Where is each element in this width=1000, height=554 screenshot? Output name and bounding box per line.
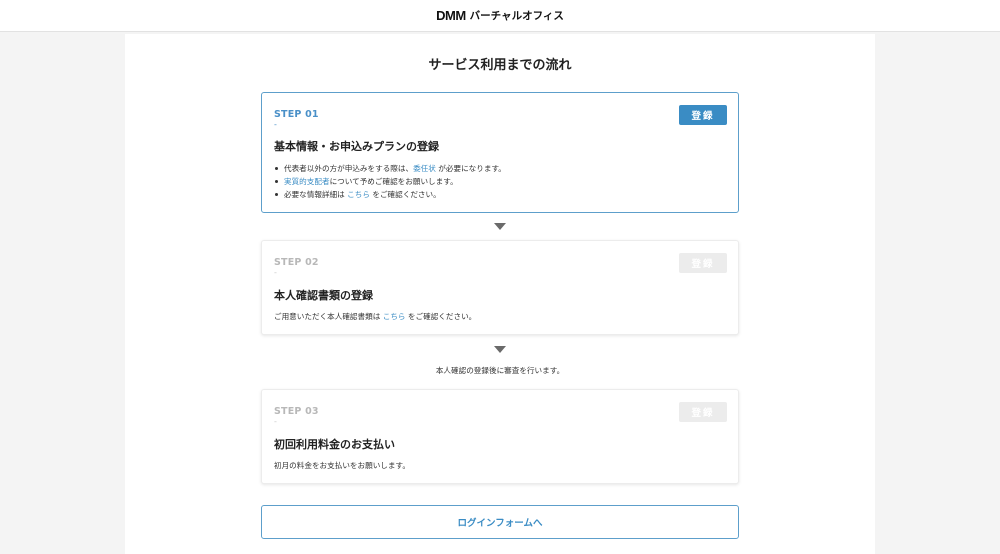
step-03-note: 初月の料金をお支払いをお願いします。: [274, 461, 410, 470]
details-link[interactable]: こちら: [347, 190, 370, 199]
logo-text: バーチャルオフィス: [469, 10, 564, 22]
down-arrow-icon: [494, 223, 506, 230]
note-text: ご用意いただく本人確認書類は: [274, 312, 383, 321]
logo-mark: DMM: [436, 8, 466, 23]
header-bar: DMM バーチャルオフィス: [0, 0, 1000, 32]
register-button-step-01[interactable]: 登録: [679, 105, 727, 125]
login-form-button[interactable]: ログインフォームへ: [261, 505, 739, 539]
step-title: 基本情報・お申込みプランの登録: [274, 140, 439, 153]
power-of-attorney-link[interactable]: 委任状: [413, 164, 436, 173]
step-title: 初回利用料金のお支払い: [274, 438, 395, 451]
register-button-step-02[interactable]: 登録: [679, 253, 727, 273]
step-02-note: ご用意いただく本人確認書類は こちら をご確認ください。: [274, 311, 476, 322]
note-text: が必要になります。: [435, 164, 506, 173]
list-item: 代表者以外の方が申込みをする際は、委任状 が必要になります。: [274, 162, 506, 175]
note-text: について予めご確認をお願いします。: [329, 177, 458, 186]
step-title: 本人確認書類の登録: [274, 289, 373, 302]
step-label: STEP 03: [274, 406, 319, 417]
note-text: をご確認ください。: [405, 312, 477, 321]
step-label: STEP 01: [274, 109, 319, 120]
beneficial-owner-link[interactable]: 実質的支配者: [284, 177, 330, 186]
dmm-logo[interactable]: DMM バーチャルオフィス: [436, 8, 564, 23]
step-card-03: STEP 03 - 登録 初回利用料金のお支払い 初月の料金をお支払いをお願いし…: [261, 389, 739, 484]
list-item: 実質的支配者について予めご確認をお願いします。: [274, 175, 506, 188]
note-text: をご確認ください。: [369, 190, 441, 199]
step-card-02: STEP 02 - 登録 本人確認書類の登録 ご用意いただく本人確認書類は こち…: [261, 240, 739, 335]
page-title: サービス利用までの流れ: [428, 58, 572, 73]
step-dash: -: [274, 417, 277, 426]
register-button-step-03[interactable]: 登録: [679, 402, 727, 422]
step-card-01: STEP 01 - 登録 基本情報・お申込みプランの登録 代表者以外の方が申込み…: [261, 92, 739, 213]
step-label: STEP 02: [274, 257, 319, 268]
step-dash: -: [274, 120, 277, 129]
id-documents-link[interactable]: こちら: [383, 312, 406, 321]
step-dash: -: [274, 268, 277, 277]
step-01-notes: 代表者以外の方が申込みをする際は、委任状 が必要になります。 実質的支配者につい…: [274, 162, 506, 201]
note-text: 必要な情報詳細は: [284, 190, 348, 199]
list-item: 必要な情報詳細は こちら をご確認ください。: [274, 188, 506, 201]
review-note: 本人確認の登録後に審査を行います。: [435, 366, 565, 375]
down-arrow-icon: [494, 346, 506, 353]
note-text: 代表者以外の方が申込みをする際は、: [284, 164, 414, 173]
